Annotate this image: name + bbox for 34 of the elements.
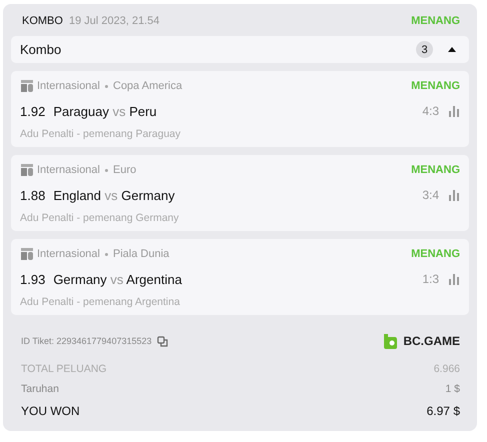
market-text: Adu Penalti - pemenang Paraguay bbox=[20, 128, 182, 140]
market-text: Adu Penalti - pemenang Germany bbox=[20, 212, 180, 224]
summary-value: 1 $ bbox=[445, 383, 460, 395]
summary-label: TOTAL PELUANG bbox=[21, 363, 107, 375]
bet-date: 19 Jul 2023, 21.54 bbox=[68, 15, 160, 27]
stats-icon[interactable] bbox=[448, 274, 460, 284]
summary-value: 6.97 $ bbox=[426, 404, 460, 418]
league-name: Internasional Euro bbox=[37, 164, 136, 176]
match-teams: 1.88 England vs Germany bbox=[20, 188, 175, 202]
bet-type: KOMBO bbox=[22, 15, 63, 27]
summary-value: 6.966 bbox=[434, 363, 460, 375]
summary-label: YOU WON bbox=[21, 404, 80, 418]
bet-status: MENANG bbox=[411, 15, 460, 27]
match-score: 1:3 bbox=[422, 272, 439, 286]
match-teams: 1.92 Paraguay vs Peru bbox=[20, 104, 157, 118]
stats-icon[interactable] bbox=[448, 106, 460, 116]
brand-name: BC.GAME bbox=[403, 334, 460, 348]
market-text: Adu Penalti - pemenang Argentina bbox=[20, 296, 181, 308]
match-status: MENANG bbox=[411, 80, 460, 92]
match-status: MENANG bbox=[411, 164, 460, 176]
copy-icon[interactable] bbox=[156, 336, 168, 346]
count-badge: 3 bbox=[416, 41, 433, 58]
league-name: Internasional Copa America bbox=[37, 80, 182, 92]
match-status: MENANG bbox=[411, 248, 460, 260]
combo-header[interactable]: Kombo 3 bbox=[11, 36, 469, 63]
match-score: 4:3 bbox=[422, 104, 439, 118]
summary-label: Taruhan bbox=[21, 383, 59, 395]
match-score: 3:4 bbox=[422, 188, 439, 202]
match-teams: 1.93 Germany vs Argentina bbox=[20, 272, 182, 286]
brand-logo-icon bbox=[382, 332, 398, 350]
ticket-id: ID Tiket: 2293461779407315523 bbox=[21, 336, 152, 346]
combo-title: Kombo bbox=[20, 42, 62, 57]
league-name: Internasional Piala Dunia bbox=[37, 248, 170, 260]
stats-icon[interactable] bbox=[448, 190, 460, 200]
